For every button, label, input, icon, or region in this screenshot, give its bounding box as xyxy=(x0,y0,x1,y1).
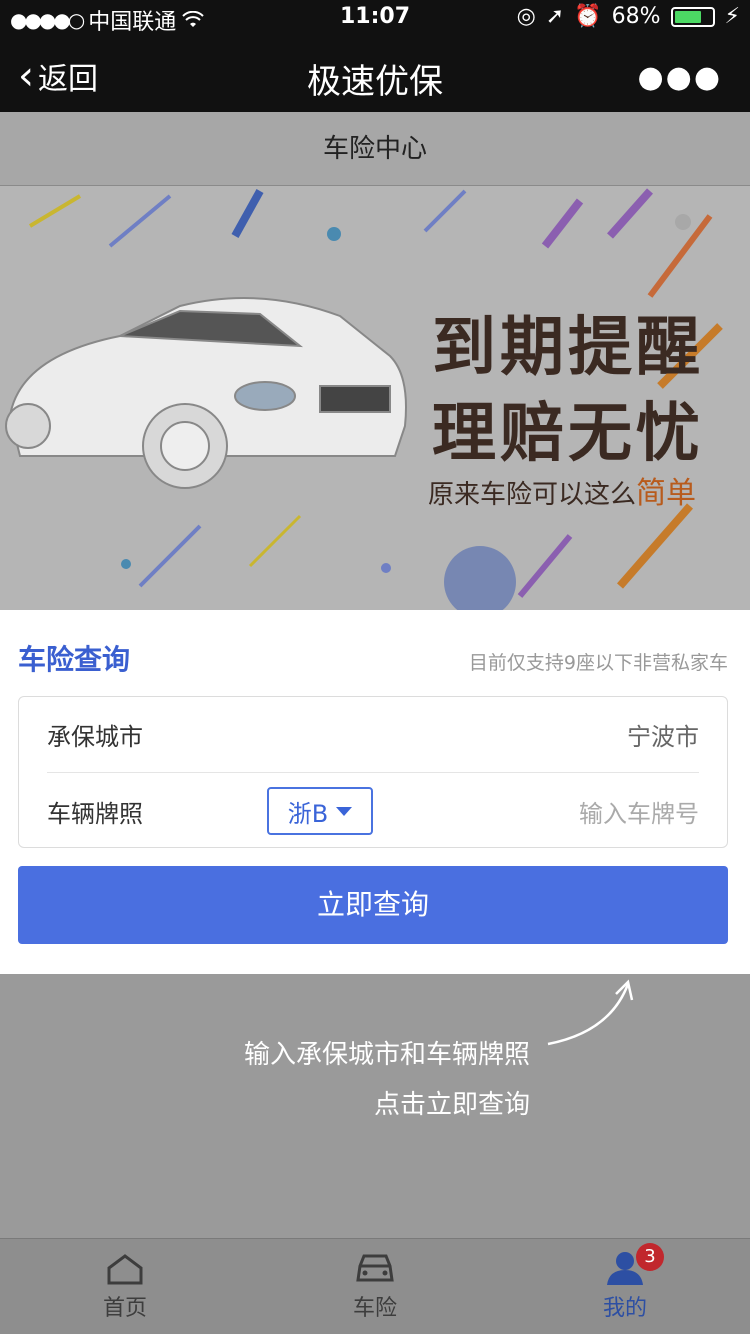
notification-badge: 3 xyxy=(636,1243,664,1271)
plate-prefix-select[interactable]: 浙B xyxy=(267,787,373,835)
home-icon xyxy=(107,1254,143,1285)
tab-home-label: 首页 xyxy=(102,1296,147,1321)
plate-label: 车辆牌照 xyxy=(47,799,143,828)
city-value[interactable]: 宁波市 xyxy=(627,717,699,752)
battery-icon xyxy=(670,6,715,27)
city-row[interactable]: 承保城市 宁波市 xyxy=(47,697,699,773)
tab-car-insurance-label: 车险 xyxy=(352,1296,397,1321)
banner-headline-2: 理赔无忧 xyxy=(432,397,704,471)
tab-mine[interactable]: 我的 3 xyxy=(500,1239,750,1334)
car-icon xyxy=(356,1254,394,1282)
tab-car-insurance[interactable]: 车险 xyxy=(250,1239,500,1334)
query-card: 车险查询 目前仅支持9座以下非营私家车 承保城市 宁波市 车辆牌照 浙B 输入车… xyxy=(0,610,750,974)
banner-tagline: 原来车险可以这么简单 xyxy=(428,468,696,512)
lock-rotation-icon: ◎ xyxy=(516,4,536,29)
tagline-text: 原来车险可以这么 xyxy=(428,480,637,510)
status-bar: ●●●●○ 中国联通 11:07 ◎ ➚ ⏰ 68% ⚡ xyxy=(0,0,750,36)
card-title: 车险查询 xyxy=(18,643,131,676)
location-icon: ➚ xyxy=(545,4,565,29)
plate-prefix-value: 浙B xyxy=(287,799,329,828)
car-illustration xyxy=(5,297,407,489)
alarm-icon: ⏰ xyxy=(574,4,602,29)
battery-percent: 68% xyxy=(611,4,661,29)
query-form: 承保城市 宁波市 车辆牌照 浙B 输入车牌号 xyxy=(18,696,728,848)
caret-down-icon xyxy=(336,806,353,816)
guide-text-1: 输入承保城市和车辆牌照 xyxy=(243,1040,530,1070)
guide-arrow-icon xyxy=(547,979,634,1046)
tab-mine-label: 我的 xyxy=(602,1296,647,1321)
guide-text-2: 点击立即查询 xyxy=(373,1090,530,1120)
query-button[interactable]: 立即查询 xyxy=(18,866,728,944)
plate-row: 车辆牌照 浙B 输入车牌号 xyxy=(47,773,699,849)
card-note: 目前仅支持9座以下非营私家车 xyxy=(468,652,728,674)
banner-headline-1: 到期提醒 xyxy=(432,311,704,385)
tab-home[interactable]: 首页 xyxy=(0,1239,250,1334)
plate-number-input[interactable]: 输入车牌号 xyxy=(579,794,699,829)
status-right: ◎ ➚ ⏰ 68% ⚡ xyxy=(517,4,740,29)
nav-bar: ‹ 返回 极速优保 ●●● xyxy=(0,36,750,112)
sub-header: 车险中心 xyxy=(0,112,750,186)
promo-banner[interactable]: 到期提醒 理赔无忧 原来车险可以这么简单 xyxy=(0,186,750,610)
tagline-highlight: 简单 xyxy=(636,476,697,511)
city-label: 承保城市 xyxy=(47,723,143,751)
tab-bar: 首页 车险 我的 3 xyxy=(0,1238,750,1334)
more-icon[interactable]: ●●● xyxy=(637,60,722,95)
charging-icon: ⚡ xyxy=(724,4,740,29)
